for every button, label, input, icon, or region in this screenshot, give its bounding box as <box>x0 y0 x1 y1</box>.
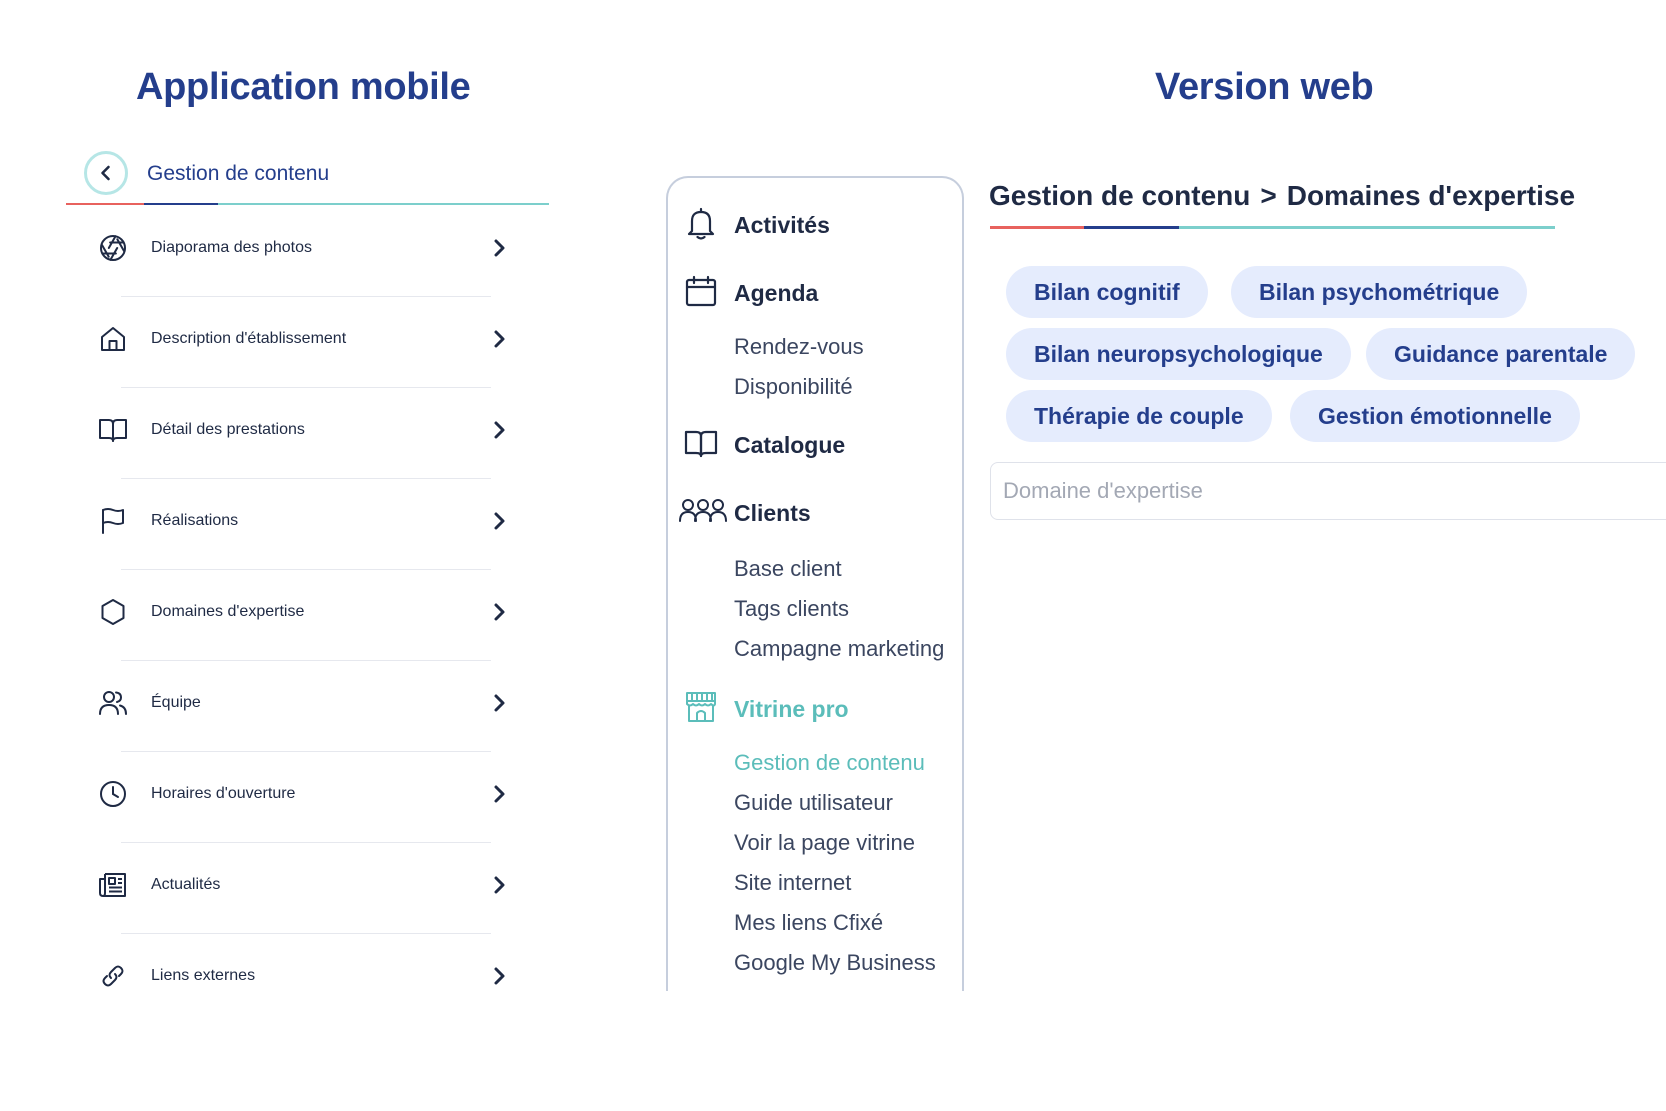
sidebar-subitem-campagne-marketing[interactable]: Campagne marketing <box>734 636 944 662</box>
group-icon <box>676 494 730 528</box>
chevron-right-icon <box>488 510 510 532</box>
chevron-right-icon <box>488 692 510 714</box>
list-item-label: Réalisations <box>151 512 239 529</box>
sidebar-subitem-google-my-business[interactable]: Google My Business <box>734 950 936 976</box>
list-item-actualites[interactable]: Actualités <box>96 843 516 934</box>
chevron-right-icon <box>488 783 510 805</box>
web-section-title: Version web <box>1155 66 1374 108</box>
chevron-right-icon <box>488 419 510 441</box>
list-item-label: Actualités <box>151 876 221 893</box>
tag-chip[interactable]: Gestion émotionnelle <box>1290 390 1580 442</box>
sidebar-label: Activités <box>734 212 830 238</box>
list-item-domaines[interactable]: Domaines d'expertise <box>96 570 516 661</box>
chevron-right-icon <box>488 874 510 896</box>
list-item-description[interactable]: Description d'établissement <box>96 297 516 388</box>
breadcrumb-separator: > <box>1260 180 1277 211</box>
clock-icon <box>98 779 128 809</box>
chevron-right-icon <box>488 328 510 350</box>
breadcrumb-current: Domaines d'expertise <box>1286 180 1576 211</box>
list-item-horaires[interactable]: Horaires d'ouverture <box>96 752 516 843</box>
bell-icon <box>684 206 718 240</box>
chevron-right-icon <box>488 601 510 623</box>
home-icon <box>98 324 128 354</box>
breadcrumb: Gestion de contenu > Domaines d'expertise <box>989 180 1575 212</box>
sidebar-subitem-guide-utilisateur[interactable]: Guide utilisateur <box>734 790 893 816</box>
sidebar-subitem-tags-clients[interactable]: Tags clients <box>734 596 849 622</box>
hexagon-icon <box>98 597 128 627</box>
list-item-label: Diaporama des photos <box>151 239 312 256</box>
back-button[interactable] <box>84 151 128 195</box>
list-item-realisations[interactable]: Réalisations <box>96 479 516 570</box>
list-item-prestations[interactable]: Détail des prestations <box>96 388 516 479</box>
list-item-label: Horaires d'ouverture <box>151 785 296 802</box>
mobile-section-title: Application mobile <box>136 66 471 108</box>
breadcrumb-parent[interactable]: Gestion de contenu <box>989 180 1250 211</box>
sidebar-label: Clients <box>734 500 811 526</box>
sidebar-subitem-rendez-vous[interactable]: Rendez-vous <box>734 334 864 360</box>
tag-chip[interactable]: Guidance parentale <box>1366 328 1636 380</box>
tag-chip[interactable]: Bilan psychométrique <box>1231 266 1528 318</box>
sidebar-subitem-voir-page-vitrine[interactable]: Voir la page vitrine <box>734 830 915 856</box>
list-item-equipe[interactable]: Équipe <box>96 661 516 752</box>
chevron-right-icon <box>488 965 510 987</box>
list-item-label: Domaines d'expertise <box>151 603 305 620</box>
storefront-icon <box>684 690 718 724</box>
list-item-label: Détail des prestations <box>151 421 305 438</box>
sidebar-label: Catalogue <box>734 432 846 458</box>
newspaper-icon <box>98 870 128 900</box>
breadcrumb-underline <box>990 226 1555 229</box>
list-item-diaporama[interactable]: Diaporama des photos <box>96 206 516 297</box>
list-item-label: Liens externes <box>151 967 256 984</box>
mobile-header-title: Gestion de contenu <box>147 162 330 185</box>
web-sidebar: Activités Agenda Rendez-vous Disponibili… <box>666 176 964 991</box>
chevron-right-icon <box>488 237 510 259</box>
flag-icon <box>98 506 128 536</box>
list-item-label: Équipe <box>151 694 201 711</box>
sidebar-subitem-gestion-contenu[interactable]: Gestion de contenu <box>734 750 925 776</box>
book-icon <box>98 415 128 445</box>
tag-chip[interactable]: Bilan cognitif <box>1006 266 1208 318</box>
list-item-label: Description d'établissement <box>151 330 347 347</box>
tag-chip[interactable]: Thérapie de couple <box>1006 390 1272 442</box>
list-item-liens[interactable]: Liens externes <box>96 934 516 1025</box>
sidebar-label: Vitrine pro <box>734 696 849 722</box>
aperture-icon <box>98 233 128 263</box>
mobile-header: Gestion de contenu <box>66 148 549 206</box>
chevron-left-icon <box>101 165 110 181</box>
users-icon <box>98 688 128 718</box>
header-underline <box>66 203 549 205</box>
sidebar-subitem-site-internet[interactable]: Site internet <box>734 870 851 896</box>
expertise-domain-input[interactable] <box>990 462 1666 520</box>
book-icon <box>684 426 718 460</box>
mobile-content-list: Diaporama des photos Description d'établ… <box>96 206 516 1025</box>
link-icon <box>98 961 128 991</box>
sidebar-subitem-mes-liens[interactable]: Mes liens Cfixé <box>734 910 883 936</box>
sidebar-label: Agenda <box>734 280 819 306</box>
tag-chip[interactable]: Bilan neuropsychologique <box>1006 328 1351 380</box>
calendar-icon <box>684 274 718 308</box>
sidebar-subitem-base-client[interactable]: Base client <box>734 556 842 582</box>
sidebar-subitem-disponibilite[interactable]: Disponibilité <box>734 374 853 400</box>
